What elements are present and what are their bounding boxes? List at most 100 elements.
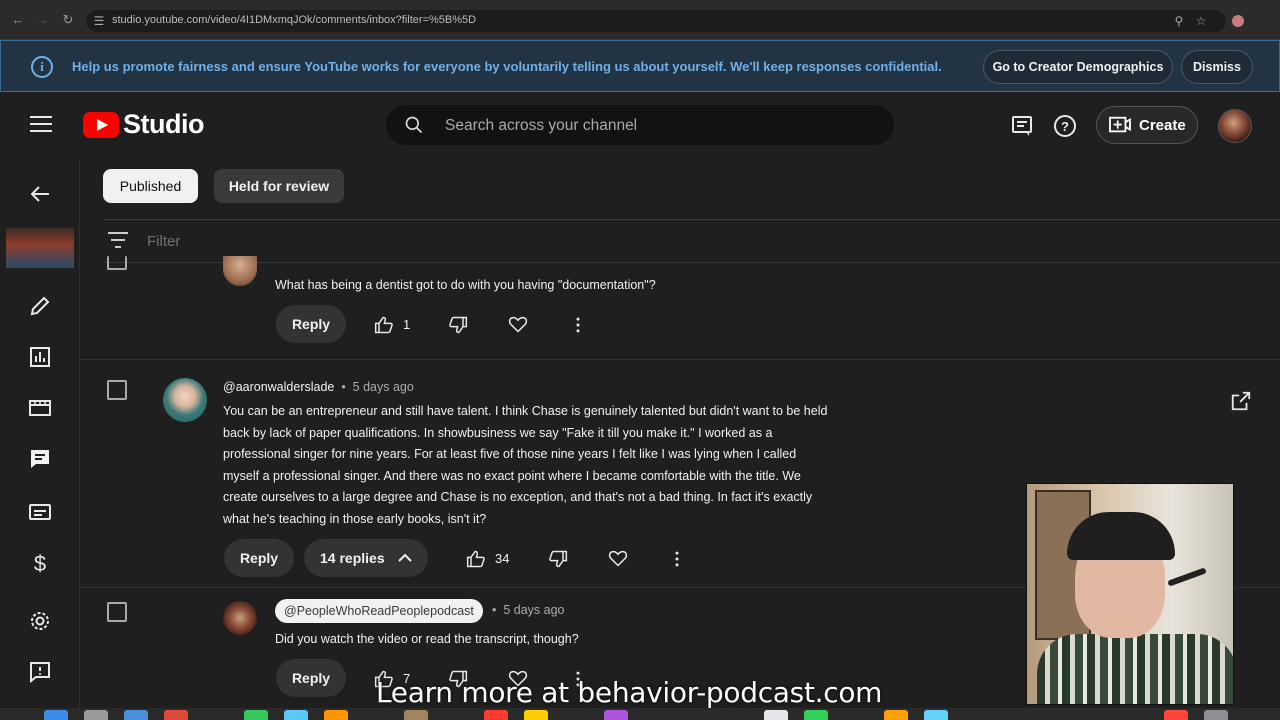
dock-app-icon[interactable] <box>124 710 148 720</box>
monetization-icon[interactable]: $ <box>28 551 52 575</box>
search-icon <box>405 116 423 134</box>
like-count: 1 <box>403 317 411 332</box>
dock-app-icon[interactable] <box>44 710 68 720</box>
channel-owner-badge[interactable]: @PeopleWhoReadPeoplepodcast <box>275 599 483 623</box>
select-checkbox[interactable] <box>107 602 127 622</box>
dock-app-icon[interactable] <box>284 710 308 720</box>
info-icon: i <box>31 56 53 78</box>
browser-profile-icon[interactable] <box>1232 15 1244 27</box>
comments-icon[interactable] <box>28 447 52 471</box>
comment-text: What has being a dentist got to do with … <box>275 278 656 292</box>
browser-toolbar: ← → ↻ ☰ studio.youtube.com/video/4I1DMxm… <box>0 0 1280 40</box>
search-input[interactable]: Search across your channel <box>445 117 637 135</box>
comment-text: Did you watch the video or read the tran… <box>275 632 579 646</box>
dock-app-icon[interactable] <box>804 710 828 720</box>
create-label: Create <box>1139 117 1186 134</box>
dock-app-icon[interactable] <box>324 710 348 720</box>
comment-time: 5 days ago <box>352 380 414 394</box>
comment-author-line: • 5 days ago <box>492 603 565 617</box>
comment-text: You can be an entrepreneur and still hav… <box>223 404 828 526</box>
dock-app-icon[interactable] <box>884 710 908 720</box>
dock-app-icon[interactable] <box>924 710 948 720</box>
presenter-shirt <box>1037 634 1233 704</box>
studio-logo-text: Studio <box>123 109 204 139</box>
commenter-avatar[interactable] <box>223 256 257 286</box>
view-replies-button[interactable]: 14 replies <box>304 539 428 577</box>
demographics-banner: i Help us promote fairness and ensure Yo… <box>0 40 1280 92</box>
dock-app-icon[interactable] <box>1164 710 1188 720</box>
tab-held-for-review[interactable]: Held for review <box>214 169 344 203</box>
back-icon[interactable] <box>28 182 52 206</box>
site-info-icon[interactable]: ☰ <box>92 14 106 28</box>
dock-app-icon[interactable] <box>164 710 188 720</box>
analytics-icon[interactable] <box>28 345 52 369</box>
studio-header: Studio Search across your channel ? Crea… <box>0 92 1280 158</box>
headset-mic <box>1167 567 1207 587</box>
back-arrow-icon[interactable]: ← <box>10 12 26 28</box>
svg-text:$: $ <box>34 551 46 575</box>
dock-app-icon[interactable] <box>244 710 268 720</box>
like-thumb-icon[interactable] <box>466 549 486 569</box>
dislike-thumb-icon[interactable] <box>448 315 468 335</box>
search-bar[interactable]: Search across your channel <box>386 105 894 145</box>
heart-icon[interactable] <box>508 314 528 334</box>
settings-gear-icon[interactable] <box>28 609 52 633</box>
comment-author-line: @aaronwalderslade • 5 days ago <box>223 380 414 394</box>
dislike-thumb-icon[interactable] <box>548 549 568 569</box>
help-icon[interactable]: ? <box>1053 114 1077 138</box>
dock-app-icon[interactable] <box>84 710 108 720</box>
sidebar: $ <box>0 158 80 720</box>
address-bar[interactable]: ☰ studio.youtube.com/video/4I1DMxmqJOk/c… <box>86 10 1226 32</box>
like-count: 34 <box>495 551 510 566</box>
more-options-icon[interactable] <box>667 549 687 569</box>
url-text: studio.youtube.com/video/4I1DMxmqJOk/com… <box>112 14 477 26</box>
channel-avatar[interactable] <box>1218 109 1252 143</box>
open-external-icon[interactable] <box>1230 390 1252 412</box>
reply-button[interactable]: Reply <box>276 305 346 343</box>
editor-icon[interactable] <box>28 396 52 420</box>
dock-app-icon[interactable] <box>484 710 508 720</box>
tab-published[interactable]: Published <box>103 169 198 203</box>
filter-icon[interactable] <box>107 230 129 250</box>
dock-app-icon[interactable] <box>604 710 628 720</box>
edit-pencil-icon[interactable] <box>28 294 52 318</box>
more-options-icon[interactable] <box>568 315 588 335</box>
filter-placeholder: Filter <box>147 233 181 250</box>
bookmark-star-icon[interactable]: ☆ <box>1194 14 1208 28</box>
filter-bar[interactable]: Filter <box>103 219 1280 263</box>
subtitles-icon[interactable] <box>28 500 52 524</box>
menu-icon[interactable] <box>30 116 52 134</box>
reply-button[interactable]: Reply <box>276 659 346 697</box>
reply-button[interactable]: Reply <box>224 539 294 577</box>
dock-app-icon[interactable] <box>764 710 788 720</box>
author-handle[interactable]: @aaronwalderslade <box>223 380 334 394</box>
select-checkbox[interactable] <box>107 256 127 270</box>
dock-app-icon[interactable] <box>404 710 428 720</box>
svg-text:?: ? <box>1061 119 1069 134</box>
heart-icon[interactable] <box>608 548 628 568</box>
feedback-icon[interactable] <box>1010 114 1034 138</box>
select-checkbox[interactable] <box>107 380 127 400</box>
webcam-overlay <box>1026 483 1234 705</box>
comment-time: 5 days ago <box>503 603 565 617</box>
creator-demographics-button[interactable]: Go to Creator Demographics <box>983 50 1173 84</box>
video-thumbnail[interactable] <box>6 228 74 268</box>
forward-arrow-icon[interactable]: → <box>34 12 50 28</box>
commenter-avatar[interactable] <box>163 378 207 422</box>
create-video-icon <box>1109 116 1131 133</box>
dock-app-icon[interactable] <box>524 710 548 720</box>
video-caption: Learn more at behavior-podcast.com <box>376 676 883 709</box>
presenter-cap <box>1067 512 1175 560</box>
create-button[interactable]: Create <box>1096 106 1198 144</box>
youtube-logo[interactable] <box>83 112 119 138</box>
dock-app-icon[interactable] <box>1204 710 1228 720</box>
zoom-icon[interactable]: ⚲ <box>1172 14 1186 28</box>
reload-icon[interactable]: ↻ <box>60 12 76 28</box>
send-feedback-icon[interactable] <box>28 660 52 684</box>
banner-message: Help us promote fairness and ensure YouT… <box>72 59 942 74</box>
commenter-avatar[interactable] <box>223 601 257 635</box>
like-thumb-icon[interactable] <box>374 315 394 335</box>
row-divider <box>80 359 1280 360</box>
dismiss-button[interactable]: Dismiss <box>1181 50 1253 84</box>
os-dock <box>0 708 1280 720</box>
